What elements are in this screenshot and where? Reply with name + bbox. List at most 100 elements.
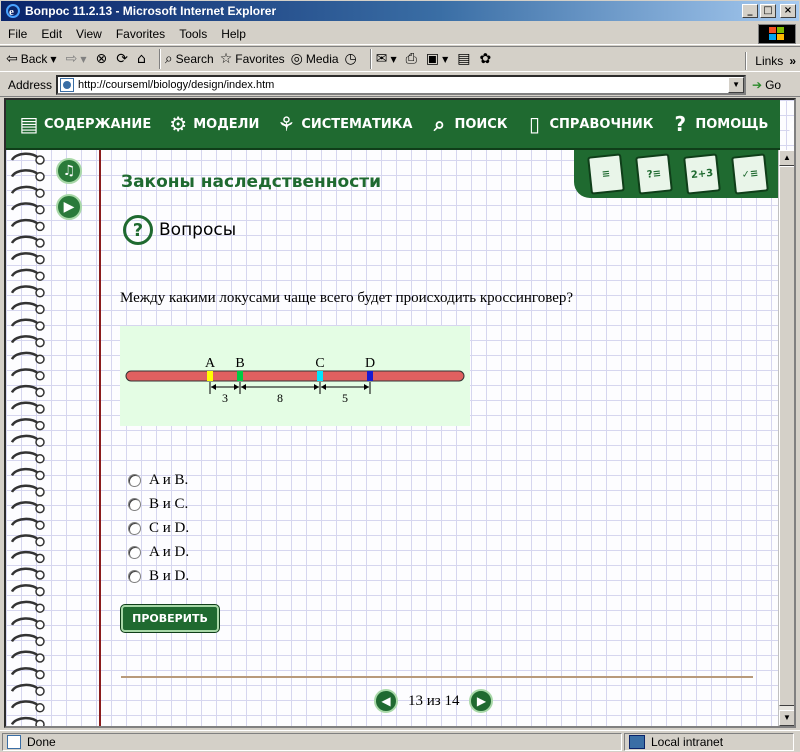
scroll-up-button[interactable]: ▲: [779, 150, 794, 166]
refresh-button[interactable]: ⟳: [116, 51, 131, 67]
standard-toolbar: ⇦ Back ▼ ⇨ ▼ ⊗ ⟳ ⌂ ⌕ Search ☆ Favorites ◎ Medi…: [0, 46, 800, 72]
media-icon: ◎: [290, 51, 303, 67]
spiral-ring: [10, 235, 45, 248]
menu-view[interactable]: View: [76, 27, 102, 41]
minimize-button[interactable]: _: [742, 4, 758, 18]
maximize-button[interactable]: □: [760, 4, 776, 18]
book-icon: ▤: [19, 112, 39, 136]
spiral-ring: [10, 667, 45, 680]
help-icon: ?: [674, 112, 687, 136]
stop-button[interactable]: ⊗: [95, 51, 110, 67]
vertical-scrollbar[interactable]: ▲ ▼: [778, 150, 794, 726]
refresh-icon: ⟳: [116, 51, 128, 67]
back-button[interactable]: ⇦ Back ▼: [6, 51, 60, 67]
radio-button[interactable]: [128, 497, 141, 511]
history-button[interactable]: ◷: [345, 51, 360, 67]
radio-button[interactable]: [128, 473, 141, 487]
nav-models[interactable]: ⚙ МОДЕЛИ: [167, 111, 259, 137]
option-b-c[interactable]: B и C.: [128, 492, 189, 516]
favorites-button[interactable]: ☆ Favorites: [220, 51, 285, 67]
chromosome-bar: [125, 370, 465, 382]
discuss-button[interactable]: ▤: [457, 51, 473, 67]
locus-band-d: [367, 371, 373, 381]
radio-button[interactable]: [128, 545, 141, 559]
messenger-icon: ✿: [479, 51, 492, 67]
check-answer-button[interactable]: ПРОВЕРИТЬ: [121, 605, 219, 632]
search-button[interactable]: ⌕ Search: [165, 51, 214, 67]
go-button[interactable]: ➔ Go: [752, 78, 781, 92]
next-page-button[interactable]: ▶: [469, 689, 494, 713]
history-icon: ◷: [344, 51, 357, 67]
play-icon: ▶: [63, 199, 75, 215]
media-button[interactable]: ◎ Media: [291, 51, 339, 67]
print-button[interactable]: ⎙: [406, 51, 420, 67]
discuss-icon: ▤: [457, 51, 471, 67]
spiral-ring: [10, 484, 45, 497]
address-bar: Address http://courseml/biology/design/i…: [0, 73, 800, 97]
edit-button[interactable]: ▣ ▼: [426, 51, 451, 67]
back-arrow-icon: ⇦: [6, 51, 18, 67]
forward-button[interactable]: ⇨ ▼: [66, 51, 90, 67]
chevron-down-icon: ▼: [50, 54, 57, 64]
spiral-ring: [10, 600, 45, 613]
prev-page-button[interactable]: ◀: [374, 689, 398, 713]
home-button[interactable]: ⌂: [137, 51, 149, 67]
home-icon: ⌂: [136, 51, 146, 67]
spiral-ring: [10, 384, 45, 398]
distance-label: 3: [222, 391, 228, 405]
messenger-button[interactable]: ✿: [479, 51, 494, 67]
edit-icon: ▣: [425, 51, 440, 67]
sound-button[interactable]: ♫: [56, 158, 82, 184]
menu-help[interactable]: Help: [221, 27, 246, 41]
nav-systematics[interactable]: ⚘ СИСТЕМАТИКА: [275, 111, 412, 137]
test-checklist-icon[interactable]: ✓≡: [731, 153, 769, 195]
questions-label: Вопросы: [159, 220, 237, 240]
spiral-ring: [10, 202, 45, 215]
menu-favorites[interactable]: Favorites: [116, 27, 165, 41]
spiral-ring: [10, 152, 45, 165]
option-a-d[interactable]: A и D.: [128, 540, 189, 564]
spiral-ring: [10, 285, 45, 298]
theory-book-icon[interactable]: ≡: [587, 153, 625, 195]
page-icon: [60, 77, 75, 92]
video-button[interactable]: ▶: [56, 194, 82, 220]
nav-more[interactable]: ⌂У: [784, 111, 794, 137]
mail-button[interactable]: ✉ ▼: [376, 51, 400, 67]
scroll-down-button[interactable]: ▼: [779, 710, 794, 726]
menu-tools[interactable]: Tools: [179, 27, 207, 41]
tasks-icon[interactable]: 2+3: [683, 153, 721, 195]
graduation-cap-icon: ⌂: [784, 111, 794, 137]
distance-label: 5: [342, 391, 348, 405]
radio-button[interactable]: [128, 521, 141, 535]
reference-book-icon: ▯: [528, 112, 540, 136]
nav-help[interactable]: ? ПОМОЩЬ: [669, 111, 769, 137]
spiral-ring: [10, 451, 45, 464]
menu-file[interactable]: File: [8, 27, 27, 41]
nav-reference[interactable]: ▯ СПРАВОЧНИК: [523, 111, 653, 137]
toolbar-separator: [158, 49, 161, 69]
toolbar-separator: [369, 49, 372, 69]
notebook-spiral: [8, 150, 48, 726]
spiral-ring: [10, 567, 45, 580]
address-input[interactable]: http://courseml/biology/design/index.htm…: [56, 74, 747, 95]
nav-search[interactable]: ⌕ ПОИСК: [428, 111, 508, 137]
option-b-d[interactable]: B и D.: [128, 564, 189, 588]
radio-button[interactable]: [128, 569, 141, 583]
spiral-ring: [10, 534, 45, 547]
option-c-d[interactable]: C и D.: [128, 516, 189, 540]
option-a-b[interactable]: A и B.: [128, 468, 189, 492]
spiral-ring: [10, 185, 45, 198]
print-icon: ⎙: [405, 51, 417, 67]
windows-logo-icon: [758, 24, 796, 44]
links-toolbar[interactable]: Links »: [745, 52, 796, 70]
gears-icon: ⚙: [169, 112, 188, 136]
scroll-thumb[interactable]: [779, 166, 794, 706]
address-dropdown-button[interactable]: ▼: [728, 76, 745, 93]
nav-contents[interactable]: ▤ СОДЕРЖАНИЕ: [18, 111, 152, 137]
questions-sheet-icon[interactable]: ?≡: [635, 153, 673, 195]
close-button[interactable]: ×: [780, 4, 796, 18]
footer-divider: [121, 676, 753, 678]
chevron-down-icon: ▼: [390, 54, 397, 64]
address-url: http://courseml/biology/design/index.htm: [78, 78, 275, 91]
menu-edit[interactable]: Edit: [41, 27, 62, 41]
